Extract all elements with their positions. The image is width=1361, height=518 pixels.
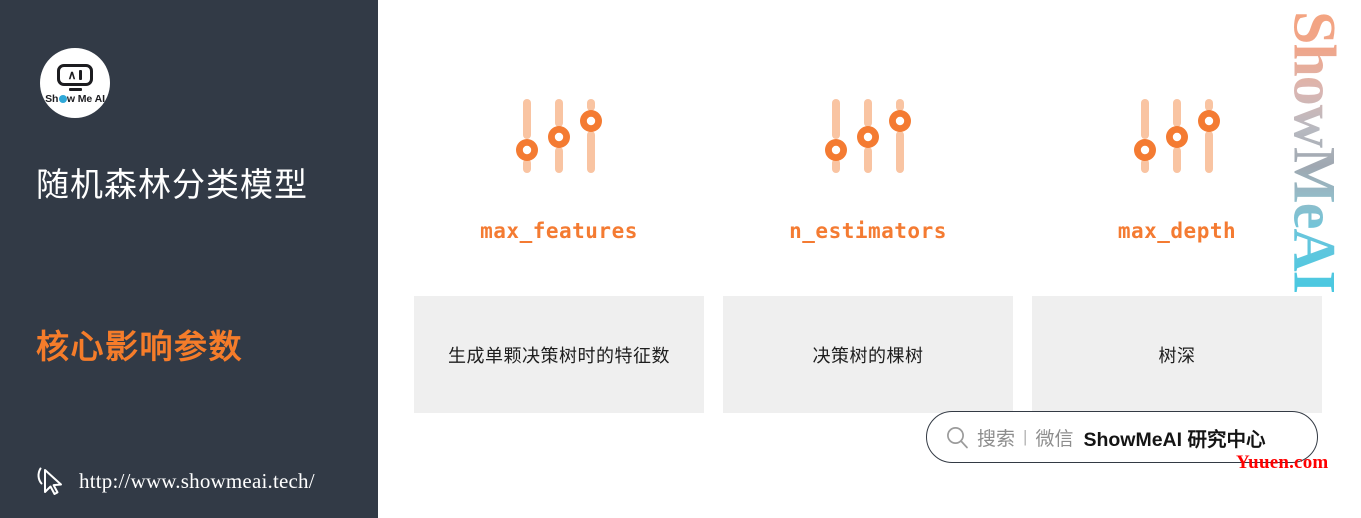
corner-watermark: Yuuen.com <box>1236 452 1329 473</box>
slider-settings-icon <box>1134 99 1220 173</box>
param-desc-text-1: 生成单颗决策树时的特征数 <box>448 345 670 367</box>
search-icon <box>947 426 968 448</box>
param-desc-box-1: 生成单颗决策树时的特征数 <box>414 296 704 413</box>
search-channel: 微信 <box>1035 427 1074 450</box>
param-desc-box-3: 树深 <box>1032 296 1322 413</box>
cursor-pointer-icon <box>37 467 62 495</box>
slider-settings-icon <box>516 99 602 173</box>
bar-glyph <box>79 69 83 80</box>
page-title: 随机森林分类模型 <box>36 165 308 204</box>
param-desc-text-3: 树深 <box>1158 345 1196 367</box>
logo-wordmark-pre: Sh <box>45 92 59 105</box>
site-url: http://www.showmeai.tech/ <box>79 468 315 493</box>
slider-settings-icon <box>825 99 911 173</box>
logo-o-dot-icon <box>58 94 67 103</box>
monitor-stand-icon <box>68 88 82 91</box>
param-desc-text-2: 决策树的棵树 <box>812 345 924 367</box>
search-brand: ShowMeAI 研究中心 <box>1083 428 1266 451</box>
param-label-3: max_depth <box>1117 219 1237 243</box>
slide-canvas: ∧ Sh w Me AI 随机森林分类模型 核心影响参数 http://www.s… <box>0 0 1361 518</box>
logo-wordmark: Sh w Me AI <box>45 93 105 105</box>
param-label-2: n_estimators <box>789 219 947 243</box>
page-subtitle: 核心影响参数 <box>36 327 243 366</box>
site-url-row[interactable]: http://www.showmeai.tech/ <box>36 464 315 498</box>
param-desc-box-2: 决策树的棵树 <box>723 296 1013 413</box>
logo-wordmark-post: w Me AI <box>66 92 105 105</box>
param-label-1: max_features <box>480 219 638 243</box>
showmeai-logo: ∧ Sh w Me AI <box>40 48 110 118</box>
sidebar: ∧ Sh w Me AI 随机森林分类模型 核心影响参数 http://www.s… <box>0 0 378 518</box>
caret-glyph: ∧ <box>67 67 77 82</box>
search-placeholder: 搜索 <box>977 427 1016 450</box>
search-divider: | <box>1023 427 1028 446</box>
monitor-icon: ∧ <box>57 63 93 86</box>
